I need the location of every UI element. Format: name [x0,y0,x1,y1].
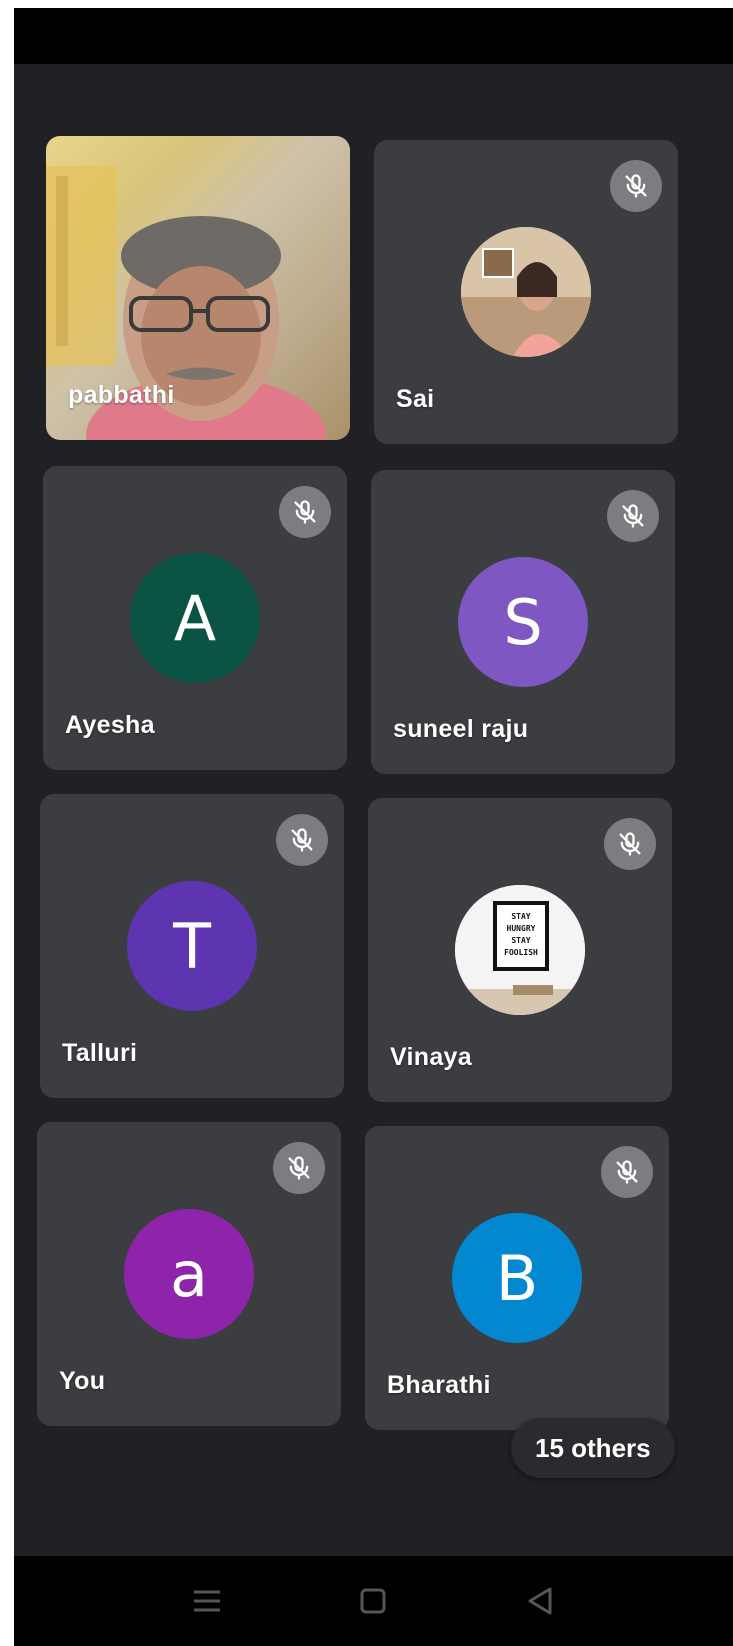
participant-name: You [59,1367,106,1395]
participant-tile-suneel-raju[interactable]: S suneel raju [371,470,675,774]
participant-tile-sai[interactable]: Sai [374,140,678,444]
avatar: T [127,881,257,1011]
others-button[interactable]: 15 others [511,1418,675,1478]
menu-icon[interactable] [187,1581,227,1621]
participant-name: Talluri [62,1039,138,1067]
participant-tile-vinaya[interactable]: STAY HUNGRY STAY FOOLISH Vinaya [368,798,672,1102]
poster-text: STAY HUNGRY STAY FOOLISH [504,912,538,957]
home-icon[interactable] [353,1581,393,1621]
participant-tile-ayesha[interactable]: A Ayesha [43,466,347,770]
navigation-bar [14,1556,733,1646]
avatar: a [124,1209,254,1339]
participant-name: suneel raju [393,715,529,743]
status-bar [14,8,733,64]
mic-off-icon [279,486,331,538]
back-icon[interactable] [520,1581,560,1621]
mic-off-icon [276,814,328,866]
participant-tile-pabbathi[interactable]: pabbathi [46,136,350,440]
participant-tile-you[interactable]: a You [37,1122,341,1426]
participant-name: Ayesha [65,711,155,739]
mic-off-icon [607,490,659,542]
participant-name: Sai [396,385,435,413]
avatar: B [452,1213,582,1343]
mic-off-icon [604,818,656,870]
avatar: S [458,557,588,687]
meeting-screen: pabbathi Sai A Ayesha S suneel raju T Ta… [14,8,733,1646]
participant-name: Vinaya [390,1043,472,1071]
participant-photo [461,227,591,357]
participant-tile-bharathi[interactable]: B Bharathi [365,1126,669,1430]
mic-off-icon [601,1146,653,1198]
mic-off-icon [273,1142,325,1194]
participant-name: pabbathi [68,381,175,409]
participant-name: Bharathi [387,1371,491,1399]
mic-off-icon [610,160,662,212]
participant-photo: STAY HUNGRY STAY FOOLISH [455,885,585,1015]
participant-tile-talluri[interactable]: T Talluri [40,794,344,1098]
avatar: A [130,553,260,683]
